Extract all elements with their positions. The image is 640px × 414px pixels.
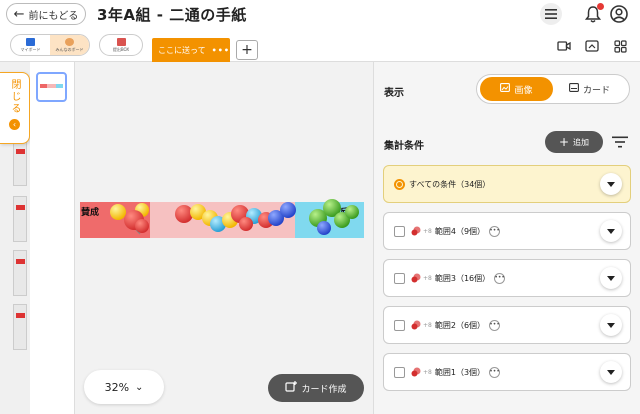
plus-icon: + xyxy=(558,135,570,149)
menu-icon[interactable] xyxy=(540,3,562,25)
view-card-label: カード xyxy=(582,85,610,96)
chevron-down-icon: ⌄ xyxy=(135,381,144,393)
filter-icon[interactable] xyxy=(611,133,629,151)
pin-blue[interactable] xyxy=(317,221,331,235)
pin-red[interactable] xyxy=(135,219,149,233)
add-tab-button[interactable]: + xyxy=(236,40,258,60)
view-toggle[interactable]: 画像 カード xyxy=(476,74,630,104)
chevron-down-icon[interactable] xyxy=(600,314,622,336)
card-flag-icon xyxy=(16,205,25,210)
add-condition-label: 追加 xyxy=(573,137,590,147)
page-title: 3年A組 - 二通の手紙 xyxy=(97,6,247,24)
pin-cluster xyxy=(110,199,359,235)
condition-range-3[interactable]: +8 範囲3（16個） ••• xyxy=(383,259,631,297)
video-icon[interactable] xyxy=(556,38,572,54)
more-icon[interactable]: ••• xyxy=(489,225,501,237)
bell-icon[interactable] xyxy=(582,3,604,25)
card-flag-icon xyxy=(16,313,25,318)
side-card[interactable] xyxy=(13,140,27,186)
user-avatar-icon[interactable] xyxy=(608,3,630,25)
condition-label: 範囲4（9個） xyxy=(434,226,486,236)
close-panel-label: 閉じる xyxy=(9,79,20,115)
back-button-label: 前にもどる xyxy=(28,10,79,22)
arrow-left-circle-icon: ‹ xyxy=(9,119,20,130)
submit-box-button[interactable]: 提出BOX xyxy=(99,34,143,56)
card-flag-icon xyxy=(16,149,25,154)
pin-count-badge: +8 xyxy=(423,227,432,235)
all-board-toggle[interactable]: みんなのボード xyxy=(50,35,89,55)
submit-box-label: 提出BOX xyxy=(112,46,130,52)
thumbnail-column xyxy=(30,62,75,414)
pin-count-badge: +8 xyxy=(423,274,432,282)
tab-menu-icon[interactable]: ••• xyxy=(212,46,230,55)
chevron-down-icon[interactable] xyxy=(600,361,622,383)
close-panel-button[interactable]: 閉じる ‹ xyxy=(0,72,30,144)
condition-label: 範囲2（6個） xyxy=(434,320,486,330)
all-board-label: みんなのボード xyxy=(55,46,84,52)
condition-checkbox[interactable] xyxy=(394,319,405,331)
image-icon xyxy=(500,83,511,95)
condition-all[interactable]: すべての条件（34個） xyxy=(383,165,631,203)
notification-dot xyxy=(597,3,604,10)
tab-label: ここに送って xyxy=(158,45,206,55)
aggregate-section-title: 集計条件 xyxy=(384,141,424,152)
grid-icon[interactable] xyxy=(612,38,628,54)
pin-icon xyxy=(411,226,421,236)
condition-label: 範囲3（16個） xyxy=(434,273,491,283)
pin-count-badge: +8 xyxy=(423,368,432,376)
pin-count-badge: +8 xyxy=(423,321,432,329)
view-section-title: 表示 xyxy=(384,88,404,99)
zoom-value: 32% xyxy=(104,380,130,394)
chevron-down-icon[interactable] xyxy=(600,267,622,289)
condition-range-4[interactable]: +8 範囲4（9個） ••• xyxy=(383,212,631,250)
screen-share-icon[interactable] xyxy=(584,38,600,54)
card-flag-icon xyxy=(16,259,25,264)
pin-blue[interactable] xyxy=(280,202,296,218)
tab-koko-ni-okutte[interactable]: ここに送って ••• xyxy=(152,38,230,62)
back-button[interactable]: ← 前にもどる xyxy=(6,3,86,25)
my-board-icon xyxy=(26,37,35,46)
chevron-down-icon[interactable] xyxy=(600,173,622,195)
create-card-label: カード作成 xyxy=(301,384,347,395)
add-card-icon xyxy=(285,381,298,395)
add-condition-button[interactable]: + 追加 xyxy=(545,131,603,153)
arrow-left-icon: ← xyxy=(13,6,25,22)
card-icon xyxy=(569,83,579,95)
all-board-icon xyxy=(65,37,74,46)
side-card[interactable] xyxy=(13,304,27,350)
thumbnail-preview xyxy=(40,84,63,88)
side-card[interactable] xyxy=(13,196,27,242)
pin-green[interactable] xyxy=(345,205,359,219)
condition-checkbox[interactable] xyxy=(394,366,405,378)
view-image-label: 画像 xyxy=(514,85,533,96)
condition-range-1[interactable]: +8 範囲1（3個） ••• xyxy=(383,353,631,391)
board-toolbar: マイボード みんなのボード 提出BOX ここに送って ••• + xyxy=(0,30,640,62)
my-board-toggle[interactable]: マイボード xyxy=(11,35,50,55)
more-icon[interactable]: ••• xyxy=(494,272,506,284)
side-card[interactable] xyxy=(13,250,27,296)
create-card-button[interactable]: カード作成 xyxy=(268,374,364,402)
pin-icon xyxy=(411,273,421,283)
view-card-option[interactable]: カード xyxy=(553,77,626,101)
my-board-label: マイボード xyxy=(20,46,41,52)
more-icon[interactable]: ••• xyxy=(489,319,501,331)
pin-red[interactable] xyxy=(239,217,253,231)
condition-label: すべての条件（34個） xyxy=(409,179,491,189)
pin-icon xyxy=(411,367,421,377)
pin-icon xyxy=(411,320,421,330)
submit-box-icon xyxy=(116,37,126,46)
board-switch[interactable]: マイボード みんなのボード xyxy=(10,34,90,56)
view-image-option[interactable]: 画像 xyxy=(480,77,553,101)
radio-selected[interactable] xyxy=(394,178,405,190)
app-header: ← 前にもどる 3年A組 - 二通の手紙 xyxy=(0,0,640,30)
pin-yellow[interactable] xyxy=(110,204,126,220)
zoom-selector[interactable]: 32% ⌄ xyxy=(84,370,164,404)
more-icon[interactable]: ••• xyxy=(489,366,501,378)
board-thumbnail[interactable] xyxy=(36,72,67,102)
chevron-down-icon[interactable] xyxy=(600,220,622,242)
condition-checkbox[interactable] xyxy=(394,272,405,284)
condition-label: 範囲1（3個） xyxy=(434,367,486,377)
condition-checkbox[interactable] xyxy=(394,225,405,237)
condition-range-2[interactable]: +8 範囲2（6個） ••• xyxy=(383,306,631,344)
